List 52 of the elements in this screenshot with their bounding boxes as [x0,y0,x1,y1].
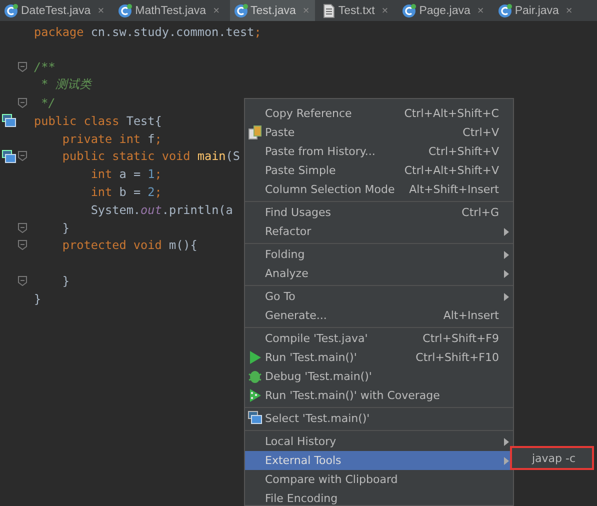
code-line: int b = 2; [90,185,162,200]
coverage-icon [248,388,262,403]
run-icon [248,350,262,365]
menu-item[interactable]: Analyze [245,264,513,283]
menu-item[interactable]: Go To [245,287,513,306]
code-line: System.out.println(a [90,202,233,217]
menu-item[interactable]: Generate... Alt+Insert [245,306,513,325]
code-line: public static void main(S [61,149,240,164]
select-target-icon [248,411,262,426]
code-line: int a = 1; [90,167,162,182]
menu-item[interactable]: Local History [245,432,513,451]
class-file-icon [402,4,416,18]
menu-item[interactable]: Paste Simple Ctrl+Alt+Shift+V [245,161,513,180]
class-file-icon [118,4,132,18]
menu-item[interactable]: Run 'Test.main()' Ctrl+Shift+F10 [245,348,513,367]
bug-icon [248,369,262,384]
menu-item[interactable]: Compare with Clipboard [245,470,513,489]
code-line: private int f; [61,132,162,146]
code-line: /** [34,60,56,74]
code-line: */ [40,96,56,110]
menu-item[interactable]: External Tools [245,451,513,470]
menu-item[interactable]: Debug 'Test.main()' [245,367,513,386]
code-line: } [61,274,70,288]
menu-item[interactable]: javap -c [512,448,592,468]
menu-item[interactable]: File Encoding [245,489,513,505]
menu-item[interactable]: Paste Ctrl+V [245,123,513,142]
menu-item[interactable]: Column Selection Mode Alt+Shift+Insert [245,180,513,199]
code-line: } [61,220,70,235]
code-line: protected void m(){ [61,238,198,252]
paste-icon [248,125,262,140]
class-file-icon [4,4,18,18]
menu-item[interactable]: Select 'Test.main()' [245,409,513,428]
class-file-icon [498,4,512,18]
editor-tab[interactable]: Test.java × [230,0,316,21]
code-line: * 测试类 [40,77,92,94]
code-line: public class Test{ [34,114,162,128]
text-file-icon [323,4,336,18]
class-file-icon [234,4,248,18]
code-line: } [34,292,42,306]
close-button[interactable]: × [566,4,572,16]
menu-item[interactable]: Refactor [245,222,513,241]
menu-item[interactable]: Run 'Test.main()' with Coverage [245,386,513,405]
menu-item[interactable]: Compile 'Test.java' Ctrl+Shift+F9 [245,329,513,348]
menu-item[interactable]: Copy Reference Ctrl+Alt+Shift+C [245,104,513,123]
menu-item[interactable]: Paste from History... Ctrl+Shift+V [245,142,513,161]
code-line: package cn.sw.study.common.test; [34,24,262,39]
close-button[interactable]: × [213,4,220,16]
menu-item[interactable]: Folding [245,245,513,264]
menu-item[interactable]: Find Usages Ctrl+G [245,203,513,222]
close-button[interactable]: × [98,4,104,16]
close-button[interactable]: × [477,4,484,16]
close-button[interactable]: × [382,4,388,16]
